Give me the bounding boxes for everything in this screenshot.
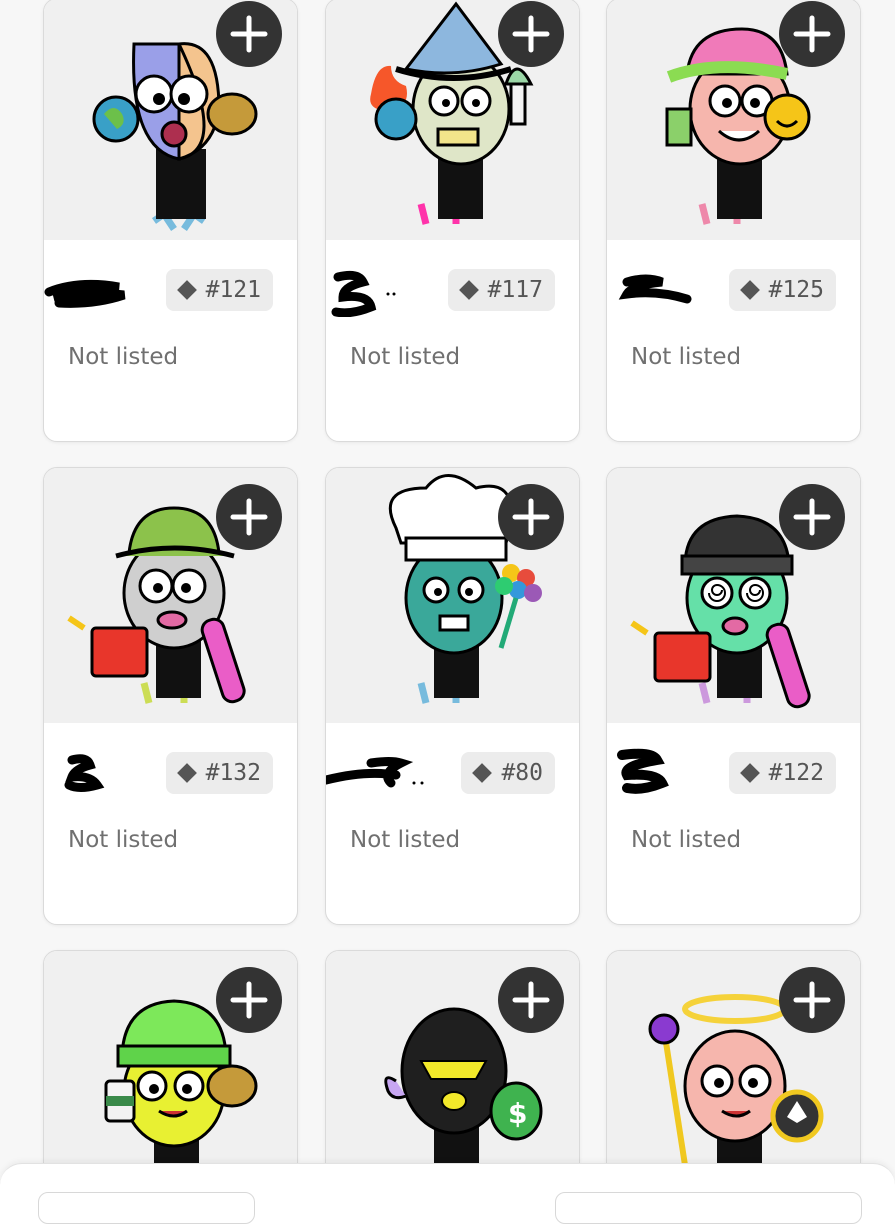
listing-status: Not listed bbox=[68, 827, 179, 853]
redacted-name-scribble bbox=[64, 754, 105, 792]
add-button[interactable] bbox=[216, 1, 282, 67]
listing-status: Not listed bbox=[631, 344, 742, 370]
token-id: #117 bbox=[487, 277, 543, 303]
token-id: #80 bbox=[501, 760, 543, 786]
token-id: #122 bbox=[768, 760, 824, 786]
redacted-name-scribble bbox=[44, 279, 126, 308]
token-id-badge: #132 bbox=[165, 752, 273, 794]
bottom-sheet-control-left[interactable] bbox=[38, 1192, 255, 1224]
redacted-name-scribble bbox=[618, 274, 692, 304]
plus-icon bbox=[793, 981, 831, 1019]
listing-status: Not listed bbox=[631, 827, 742, 853]
plus-icon bbox=[793, 498, 831, 536]
diamond-icon bbox=[176, 763, 197, 783]
redacted-name-scribble bbox=[326, 757, 424, 788]
add-button[interactable] bbox=[498, 484, 564, 550]
diamond-icon bbox=[472, 763, 493, 783]
bottom-sheet[interactable] bbox=[0, 1163, 895, 1224]
nft-card[interactable]: #122 Not listed bbox=[606, 467, 861, 925]
add-button[interactable] bbox=[779, 484, 845, 550]
token-id-badge: #117 bbox=[447, 269, 555, 311]
diamond-icon bbox=[176, 280, 197, 300]
nft-card[interactable]: #121 Not listed bbox=[43, 0, 298, 442]
diamond-icon bbox=[739, 280, 760, 300]
listing-status: Not listed bbox=[350, 344, 461, 370]
token-id-badge: #80 bbox=[461, 752, 555, 794]
svg-text:$: $ bbox=[508, 1097, 527, 1130]
diamond-icon bbox=[458, 280, 479, 300]
card-details: #117 Not listed bbox=[326, 240, 579, 439]
nft-card[interactable]: #117 Not listed bbox=[325, 0, 580, 442]
redacted-name-scribble bbox=[617, 748, 669, 794]
plus-icon bbox=[230, 981, 268, 1019]
diamond-icon bbox=[739, 763, 760, 783]
plus-icon bbox=[512, 981, 550, 1019]
card-details: #121 Not listed bbox=[44, 240, 297, 439]
token-id-badge: #125 bbox=[728, 269, 836, 311]
add-button[interactable] bbox=[216, 484, 282, 550]
plus-icon bbox=[230, 15, 268, 53]
plus-icon bbox=[230, 498, 268, 536]
token-id: #132 bbox=[205, 760, 261, 786]
token-id: #125 bbox=[768, 277, 824, 303]
plus-icon bbox=[512, 498, 550, 536]
bottom-sheet-control-right[interactable] bbox=[555, 1192, 862, 1224]
card-details: #122 Not listed bbox=[607, 723, 860, 922]
nft-card[interactable]: #125 Not listed bbox=[606, 0, 861, 442]
token-id: #121 bbox=[205, 277, 261, 303]
card-details: #132 Not listed bbox=[44, 723, 297, 922]
add-button[interactable] bbox=[216, 967, 282, 1033]
nft-card[interactable]: #80 Not listed bbox=[325, 467, 580, 925]
add-button[interactable] bbox=[779, 1, 845, 67]
token-id-badge: #122 bbox=[728, 752, 836, 794]
nft-card[interactable]: #132 Not listed bbox=[43, 467, 298, 925]
card-details: #125 Not listed bbox=[607, 240, 860, 439]
token-id-badge: #121 bbox=[165, 269, 273, 311]
listing-status: Not listed bbox=[68, 344, 179, 370]
add-button[interactable] bbox=[498, 1, 564, 67]
plus-icon bbox=[793, 15, 831, 53]
redacted-name-scribble bbox=[331, 270, 396, 317]
add-button[interactable] bbox=[498, 967, 564, 1033]
listing-status: Not listed bbox=[350, 827, 461, 853]
plus-icon bbox=[512, 15, 550, 53]
add-button[interactable] bbox=[779, 967, 845, 1033]
card-details: #80 Not listed bbox=[326, 723, 579, 922]
